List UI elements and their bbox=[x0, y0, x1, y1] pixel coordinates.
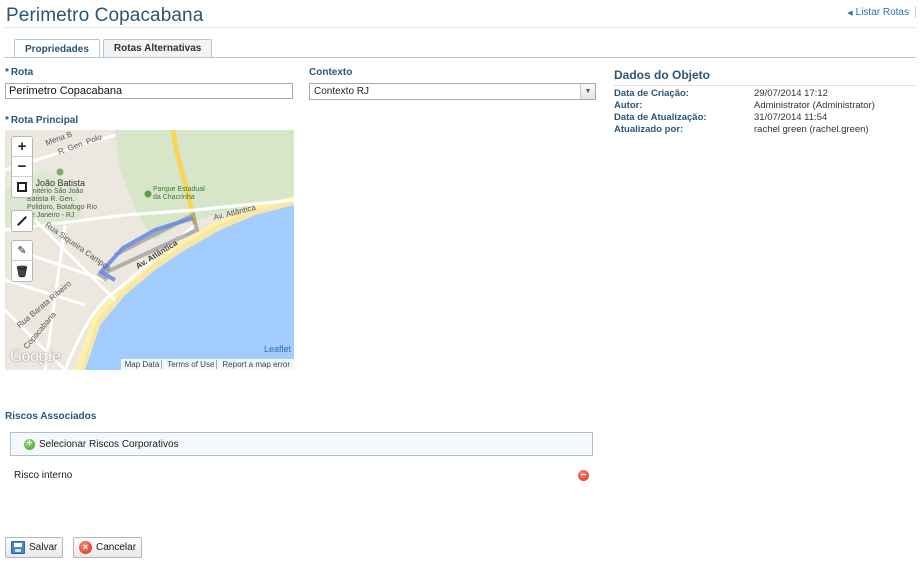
contexto-select[interactable]: Contexto RJ ▼ bbox=[309, 83, 596, 100]
select-risks-button[interactable]: + Selecionar Riscos Corporativos bbox=[10, 432, 593, 456]
contexto-value: Contexto RJ bbox=[314, 86, 370, 97]
draw-polyline-button[interactable] bbox=[12, 211, 32, 231]
floppy-disk-icon bbox=[11, 541, 25, 554]
polyline-icon bbox=[17, 216, 27, 226]
tab-bar: Propriedades Rotas Alternativas bbox=[14, 39, 213, 58]
cancel-button[interactable]: × Cancelar bbox=[73, 537, 143, 558]
chevron-left-icon: ◀ bbox=[847, 9, 853, 17]
map-label-joao-batista: o João Batista bbox=[28, 178, 86, 188]
route-map[interactable]: Mena B R. Gen. Polo o João Batista emité… bbox=[5, 130, 294, 370]
save-label: Salvar bbox=[29, 542, 58, 553]
terms-of-use-link[interactable]: Terms of Use bbox=[165, 360, 218, 369]
map-draw-controls bbox=[11, 210, 33, 232]
fit-bounds-button[interactable] bbox=[12, 177, 32, 197]
map-attribution: Map Data Terms of Use Report a map error bbox=[120, 359, 294, 370]
trash-icon: 🗑 bbox=[15, 265, 29, 278]
edit-icon: ✎ bbox=[17, 245, 27, 257]
tab-divider bbox=[4, 57, 916, 58]
header-separator bbox=[915, 6, 916, 18]
map-data-link[interactable]: Map Data bbox=[123, 360, 163, 369]
save-button[interactable]: Salvar bbox=[5, 537, 64, 558]
tab-propriedades[interactable]: Propriedades bbox=[14, 39, 100, 58]
cancel-label: Cancelar bbox=[96, 542, 137, 553]
required-marker: * bbox=[5, 67, 9, 78]
list-routes-label: Listar Rotas bbox=[855, 7, 909, 18]
dados-row-autor: Autor: Administrator (Administrator) bbox=[614, 100, 875, 111]
map-canvas bbox=[5, 130, 294, 370]
dados-divider bbox=[614, 85, 916, 86]
contexto-label: Contexto bbox=[309, 67, 353, 78]
risk-name: Risco interno bbox=[14, 470, 73, 481]
chevron-down-icon[interactable]: ▼ bbox=[580, 84, 595, 99]
dados-row-atualizado-por: Atualizado por: rachel green (rachel.gre… bbox=[614, 124, 869, 135]
zoom-out-button[interactable]: − bbox=[12, 157, 32, 177]
leaflet-link[interactable]: Leaflet bbox=[264, 344, 291, 354]
cancel-icon: × bbox=[79, 541, 92, 554]
page-title: Perimetro Copacabana bbox=[6, 5, 204, 26]
rota-principal-label: * Rota Principal bbox=[5, 115, 79, 126]
zoom-in-button[interactable]: + bbox=[12, 137, 32, 157]
report-map-error-link[interactable]: Report a map error bbox=[220, 360, 292, 369]
map-label-parque: Parque Estadual da Chacrinha bbox=[153, 186, 205, 201]
map-zoom-controls: + − bbox=[11, 136, 33, 198]
riscos-title: Riscos Associados bbox=[5, 411, 97, 422]
title-divider bbox=[4, 27, 916, 28]
delete-layers-button[interactable]: 🗑 bbox=[12, 261, 32, 281]
dados-row-atualizacao: Data de Atualização: 31/07/2014 11:54 bbox=[614, 112, 828, 123]
edit-layers-button[interactable]: ✎ bbox=[12, 241, 32, 261]
rota-label: * Rota bbox=[5, 67, 34, 78]
add-icon: + bbox=[24, 438, 35, 450]
google-logo: Google bbox=[10, 347, 61, 365]
dados-title: Dados do Objeto bbox=[614, 68, 710, 82]
map-edit-controls: ✎ 🗑 bbox=[11, 240, 33, 282]
tab-rotas-alternativas[interactable]: Rotas Alternativas bbox=[102, 39, 213, 57]
list-routes-link[interactable]: ◀ Listar Rotas bbox=[847, 7, 909, 18]
map-label-cemiterio: emitério São João Batista R. Gen. Polido… bbox=[27, 188, 98, 219]
expand-icon bbox=[17, 182, 27, 192]
dados-row-criacao: Data de Criação: 29/07/2014 17:12 bbox=[614, 88, 828, 99]
list-item: Risco interno − bbox=[14, 470, 589, 481]
remove-icon[interactable]: − bbox=[578, 470, 589, 481]
required-marker: * bbox=[5, 115, 9, 126]
select-risks-label: Selecionar Riscos Corporativos bbox=[39, 438, 179, 450]
rota-input[interactable] bbox=[5, 83, 293, 99]
